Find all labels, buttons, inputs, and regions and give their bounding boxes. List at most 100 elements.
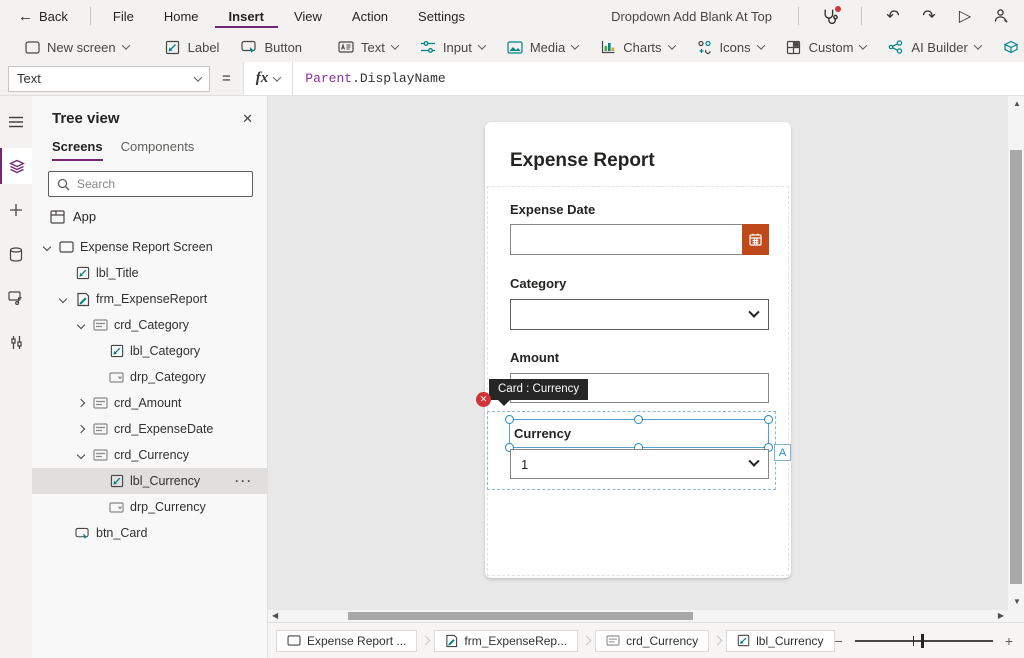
media-rail-icon[interactable] [0,280,32,316]
menu-item-settings[interactable]: Settings [404,5,479,28]
scroll-up-icon[interactable]: ▲ [1013,100,1021,108]
tab-screens[interactable]: Screens [52,139,103,161]
amount-label[interactable]: Amount [510,350,559,365]
resize-handle[interactable] [634,415,643,424]
category-label[interactable]: Category [510,276,566,291]
button-icon [74,525,91,542]
resize-handle[interactable] [505,415,514,424]
tree-item-crd-amount[interactable]: crd_Amount [32,390,267,416]
chevron-down-icon[interactable] [59,295,67,303]
tree-item-lbl-category[interactable]: lbl_Category [32,338,267,364]
tree-item-label: frm_ExpenseReport [96,292,207,306]
back-button[interactable]: ← Back [16,4,82,29]
breadcrumb-label: frm_ExpenseRep... [464,634,567,648]
menu-item-home[interactable]: Home [150,5,213,28]
more-options-icon[interactable]: ··· [235,474,253,488]
text-menu-button[interactable]: Text [328,36,408,58]
search-input[interactable]: Search [48,171,253,197]
menu-item-view[interactable]: View [280,5,336,28]
scroll-left-icon[interactable]: ◀ [272,612,278,620]
top-menu-bar: ← Back File Home Insert View Action Sett… [0,0,1024,32]
tree-item-crd-category[interactable]: crd_Category [32,312,267,338]
resize-handle[interactable] [764,415,773,424]
tree-item-app[interactable]: App [32,203,267,230]
hamburger-menu-icon[interactable] [0,104,32,140]
breadcrumb-label: Expense Report ... [307,634,406,648]
chevron-down-icon[interactable] [77,451,85,459]
tree-item-lbl-currency[interactable]: lbl_Currency ··· [32,468,267,494]
close-icon[interactable]: ✕ [242,111,253,127]
chevron-down-icon [667,41,675,49]
chevron-down-icon [391,41,399,49]
play-preview-icon[interactable]: ▷ [954,5,976,27]
date-picker-button[interactable] [742,224,769,255]
share-person-icon[interactable] [990,5,1012,27]
tree-item-lbl-title[interactable]: lbl_Title [32,260,267,286]
tree-item-drp-category[interactable]: drp_Category [32,364,267,390]
category-dropdown[interactable] [510,299,769,330]
mixed-reality-menu-button[interactable]: Mixed Reality [993,36,1024,58]
tree-view-rail-icon[interactable] [0,148,32,184]
breadcrumb-label-control[interactable]: lbl_Currency [726,630,834,652]
currency-dropdown[interactable]: 1 [510,449,769,479]
tree-item-drp-currency[interactable]: drp_Currency [32,494,267,520]
vertical-scrollbar[interactable]: ▲ ▼ [1008,96,1024,610]
redo-icon[interactable]: ↷ [918,5,940,27]
menu-item-file[interactable]: File [99,5,148,28]
formula-input[interactable]: Parent.DisplayName [293,71,445,86]
design-canvas[interactable]: Expense Report Expense Date Category [268,96,1008,610]
menu-item-action[interactable]: Action [338,5,402,28]
breadcrumb-card[interactable]: crd_Currency [595,630,709,652]
fx-dropdown-button[interactable]: fx [244,62,294,95]
label-icon [74,265,91,282]
input-menu-button[interactable]: Input [410,36,495,58]
chevron-down-icon[interactable] [77,321,85,329]
expense-date-input[interactable] [510,224,769,255]
error-badge-icon[interactable]: ✕ [476,392,491,407]
chevron-down-icon[interactable] [43,243,51,251]
screen-form-card[interactable]: Expense Report Expense Date Category [485,122,791,578]
data-sources-rail-icon[interactable] [0,236,32,272]
tree-item-btn-card[interactable]: btn_Card [32,520,267,546]
tree-item-expense-report-screen[interactable]: Expense Report Screen [32,234,267,260]
tree-item-frm-expensereport[interactable]: frm_ExpenseReport [32,286,267,312]
breadcrumb-form[interactable]: frm_ExpenseRep... [434,630,578,652]
tree-view-tabs: Screens Components [32,127,267,161]
icons-menu-button[interactable]: Icons [687,36,774,58]
vertical-scroll-thumb[interactable] [1010,150,1022,584]
zoom-in-button[interactable]: + [1005,633,1013,649]
charts-menu-button[interactable]: Charts [590,36,684,58]
zoom-slider-handle[interactable] [921,634,924,648]
zoom-slider[interactable] [855,640,993,642]
scroll-right-icon[interactable]: ▶ [998,612,1004,620]
breadcrumb-screen[interactable]: Expense Report ... [276,630,417,652]
property-selector[interactable]: Text [8,66,210,92]
label-button[interactable]: Label [155,36,230,58]
ai-builder-menu-button[interactable]: AI Builder [878,36,990,58]
form-title-label[interactable]: Expense Report [510,150,655,172]
tree-view-header: Tree view ✕ [32,96,267,127]
zoom-out-button[interactable]: − [835,633,843,649]
menu-left: ← Back File Home Insert View Action Sett… [16,4,479,29]
tree-item-crd-expensedate[interactable]: crd_ExpenseDate [32,416,267,442]
advanced-tools-rail-icon[interactable] [0,324,32,360]
app-checker-icon[interactable] [819,5,841,27]
horizontal-scroll-thumb[interactable] [348,612,693,620]
tab-components[interactable]: Components [121,139,195,161]
media-menu-button[interactable]: Media [497,36,588,58]
chevron-right-icon[interactable] [77,425,85,433]
currency-label-selected[interactable]: Currency [509,419,769,448]
undo-icon[interactable]: ↶ [882,5,904,27]
currency-datacard-selection[interactable]: Currency 1 [487,411,776,490]
tree-item-crd-currency[interactable]: crd_Currency [32,442,267,468]
scroll-down-icon[interactable]: ▼ [1013,598,1021,606]
new-screen-button[interactable]: New screen [14,36,139,58]
expense-date-label[interactable]: Expense Date [510,202,595,217]
icons-label: Icons [720,40,751,55]
chevron-right-icon[interactable] [77,399,85,407]
horizontal-scrollbar[interactable]: ◀ ▶ [268,610,1008,622]
insert-rail-icon[interactable] [0,192,32,228]
custom-menu-button[interactable]: Custom [776,36,877,58]
menu-item-insert[interactable]: Insert [215,5,278,28]
button-button[interactable]: Button [231,36,312,58]
